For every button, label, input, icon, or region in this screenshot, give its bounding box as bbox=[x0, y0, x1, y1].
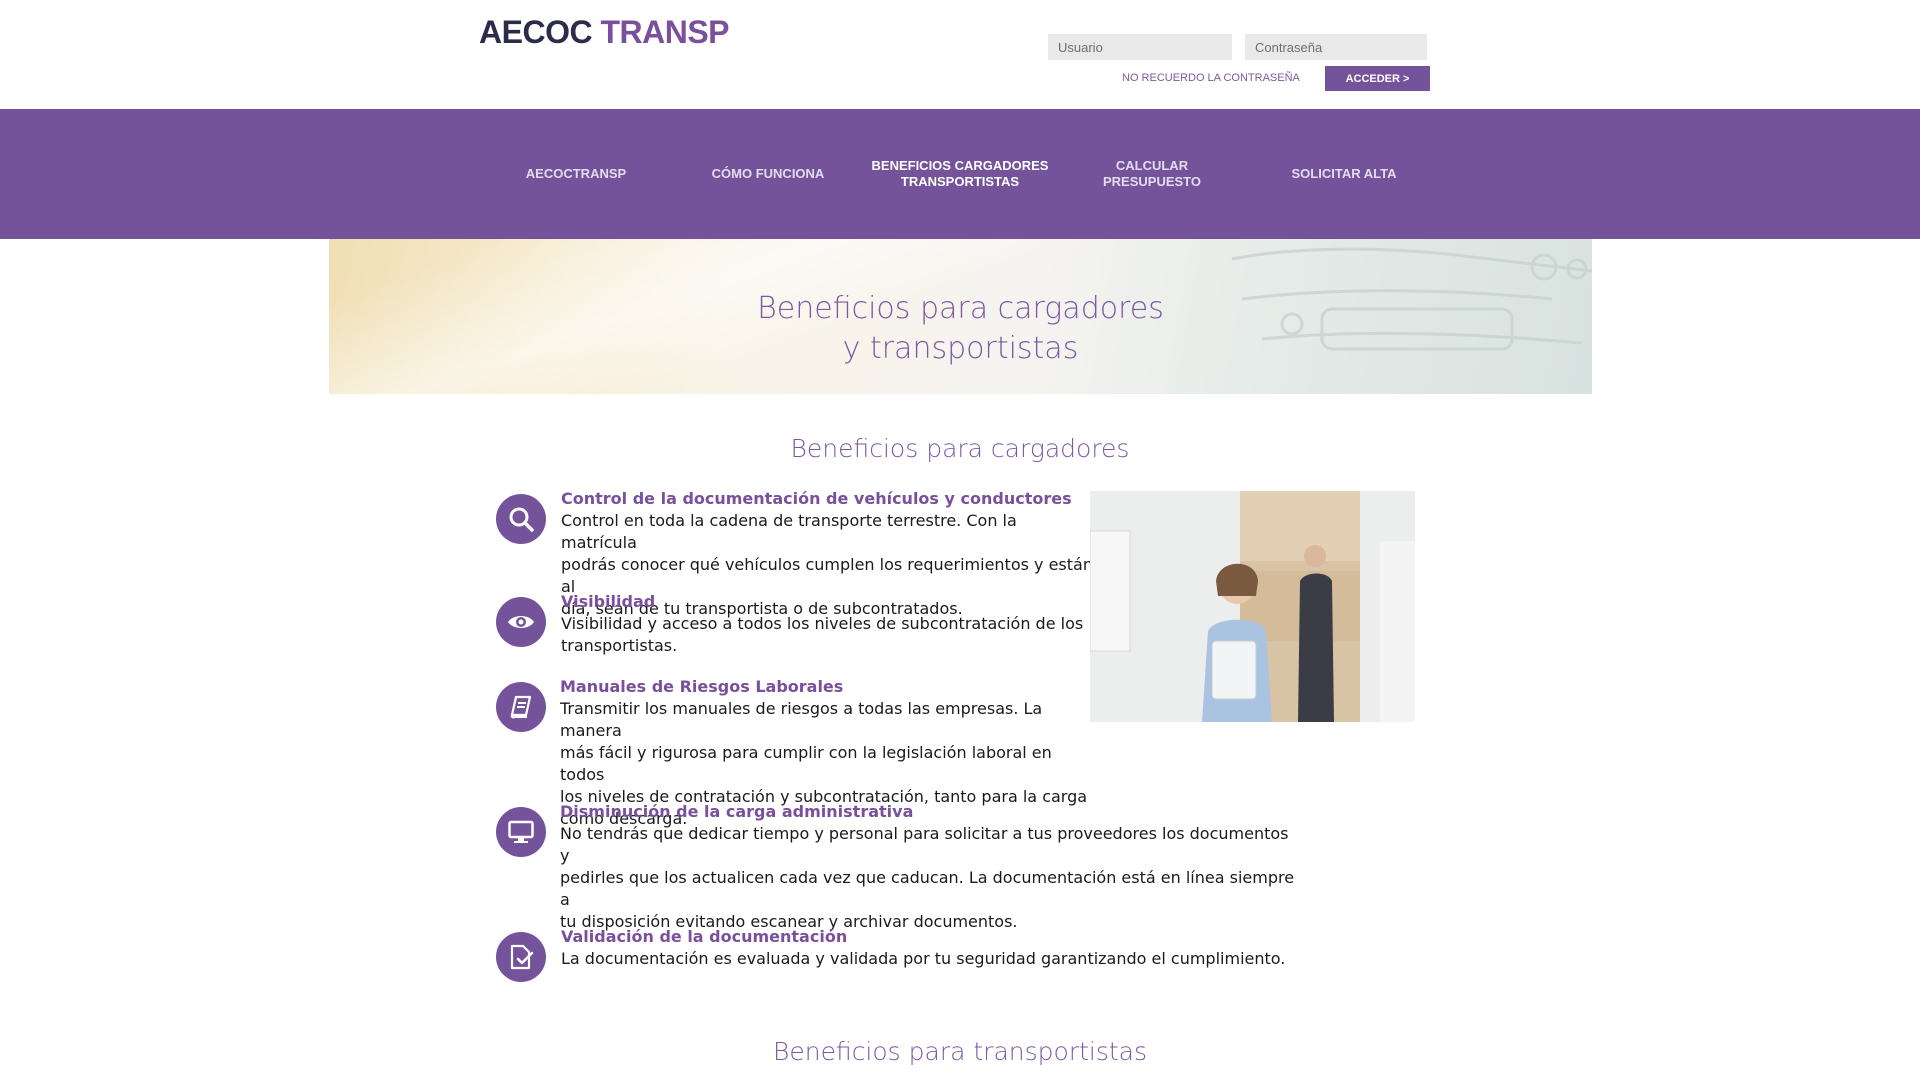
nav-item-label-line1: CALCULAR bbox=[1115, 158, 1189, 173]
nav-item-label-line1: BENEFICIOS CARGADORES bbox=[871, 158, 1049, 173]
username-input[interactable] bbox=[1048, 34, 1232, 60]
banner-title: Beneficios para cargadores y transportis… bbox=[329, 289, 1592, 369]
document-check-icon bbox=[496, 932, 546, 982]
benefit-title: Validación de la documentación bbox=[561, 927, 848, 946]
benefit-desc-line: transportistas. bbox=[561, 636, 678, 655]
benefit-title: Manuales de Riesgos Laborales bbox=[560, 677, 844, 696]
section-title-cargadores: Beneficios para cargadores bbox=[790, 434, 1130, 463]
nav-item-beneficios[interactable]: BENEFICIOS CARGADORES TRANSPORTISTAS bbox=[865, 109, 1055, 239]
banner-title-line2: y transportistas bbox=[842, 331, 1079, 366]
benefit-title: Visibilidad bbox=[561, 592, 656, 611]
password-input[interactable] bbox=[1245, 34, 1427, 60]
book-icon bbox=[496, 682, 546, 732]
nav-item-label: CÓMO FUNCIONA bbox=[711, 166, 825, 181]
monitor-icon bbox=[496, 807, 546, 857]
hero-banner: Beneficios para cargadores y transportis… bbox=[329, 239, 1592, 394]
benefit-text: Disminución de la carga administrativa N… bbox=[560, 801, 1296, 933]
benefit-desc-line: Visibilidad y acceso a todos los niveles… bbox=[561, 614, 1084, 633]
nav-item-solicitar-alta[interactable]: SOLICITAR ALTA bbox=[1249, 109, 1439, 239]
benefit-item: Validación de la documentación La docume… bbox=[496, 926, 1296, 986]
forgot-password-link[interactable]: NO RECUERDO LA CONTRASEÑA bbox=[1122, 72, 1300, 84]
logo-part2: TRANSP bbox=[600, 14, 730, 50]
benefit-desc-line: La documentación es evaluada y validada … bbox=[561, 949, 1286, 968]
nav-item-aecoctransp[interactable]: AECOCTRANSP bbox=[481, 109, 671, 239]
benefit-item: Manuales de Riesgos Laborales Transmitir… bbox=[496, 676, 1096, 828]
benefit-desc-line: Control en toda la cadena de transporte … bbox=[561, 511, 1017, 552]
nav-item-label-line2: TRANSPORTISTAS bbox=[900, 174, 1020, 189]
logo-part1: AECOC bbox=[479, 14, 593, 50]
search-icon bbox=[496, 494, 546, 544]
eye-icon bbox=[496, 597, 546, 647]
benefit-desc-line: más fácil y rigurosa para cumplir con la… bbox=[560, 743, 1052, 784]
nav-item-como-funciona[interactable]: CÓMO FUNCIONA bbox=[673, 109, 863, 239]
benefit-item: Control de la documentación de vehículos… bbox=[496, 488, 1096, 618]
benefit-text: Visibilidad Visibilidad y acceso a todos… bbox=[561, 591, 1083, 657]
benefit-title: Disminución de la carga administrativa bbox=[560, 802, 914, 821]
shipper-photo bbox=[1090, 491, 1415, 722]
benefit-desc-line: No tendrás que dedicar tiempo y personal… bbox=[560, 824, 1289, 865]
benefit-item: Disminución de la carga administrativa N… bbox=[496, 801, 1296, 931]
benefit-title: Control de la documentación de vehículos… bbox=[561, 489, 1072, 508]
site-header: AECOC TRANSP NO RECUERDO LA CONTRASEÑA A… bbox=[0, 0, 1920, 109]
nav-item-label: SOLICITAR ALTA bbox=[1291, 166, 1397, 181]
nav-item-label-line2: PRESUPUESTO bbox=[1102, 174, 1201, 189]
logo[interactable]: AECOC TRANSP bbox=[479, 14, 730, 51]
nav-item-label: AECOCTRANSP bbox=[525, 166, 627, 181]
benefit-text: Validación de la documentación La docume… bbox=[561, 926, 1285, 970]
benefit-desc-line: pedirles que los actualicen cada vez que… bbox=[560, 868, 1295, 909]
benefit-item: Visibilidad Visibilidad y acceso a todos… bbox=[496, 591, 1096, 661]
banner-title-line1: Beneficios para cargadores bbox=[757, 291, 1164, 326]
section-title-transportistas: Beneficios para transportistas bbox=[772, 1037, 1148, 1066]
benefit-desc-line: Transmitir los manuales de riesgos a tod… bbox=[560, 699, 1043, 740]
login-button[interactable]: ACCEDER > bbox=[1325, 66, 1430, 91]
main-nav: AECOCTRANSP CÓMO FUNCIONA BENEFICIOS CAR… bbox=[0, 109, 1920, 239]
nav-item-calcular-presupuesto[interactable]: CALCULAR PRESUPUESTO bbox=[1057, 109, 1247, 239]
